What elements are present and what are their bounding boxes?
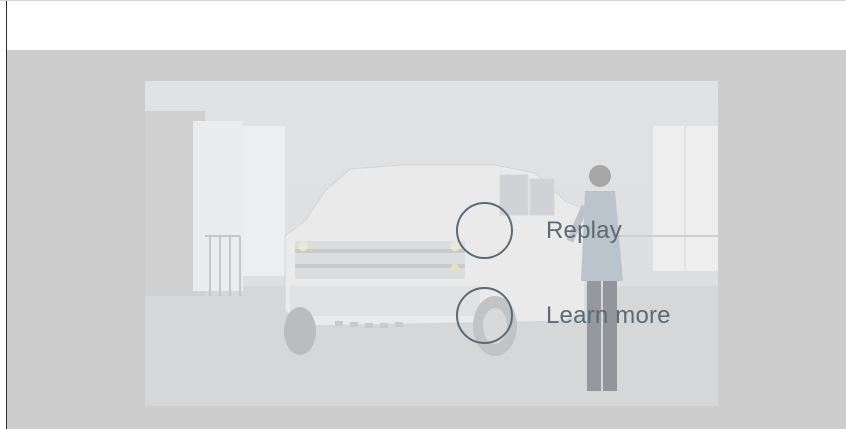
replay-button[interactable]: Replay <box>456 202 622 259</box>
video-player[interactable]: Replay Learn more <box>7 50 846 429</box>
end-screen-overlay <box>145 81 718 406</box>
replay-label: Replay <box>546 216 622 244</box>
video-frame: Replay Learn more <box>145 81 718 406</box>
learn-more-button[interactable]: Learn more <box>456 287 671 344</box>
page: Replay Learn more <box>0 0 846 429</box>
learn-more-label: Learn more <box>546 301 671 329</box>
replay-ring-icon <box>456 202 513 259</box>
learn-more-ring-icon <box>456 287 513 344</box>
